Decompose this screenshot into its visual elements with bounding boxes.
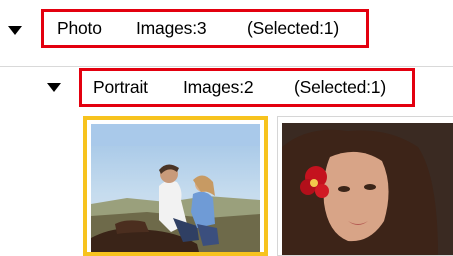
portrait-selected-count: (Selected:1) [294, 77, 386, 97]
portrait-group-name: Portrait [93, 77, 148, 97]
photo-selected-count: (Selected:1) [247, 18, 339, 38]
expand-portrait-icon[interactable] [47, 83, 61, 92]
horse-riding-photo [91, 124, 260, 252]
thumbnail-woman-flower[interactable] [277, 116, 453, 256]
portrait-group-header[interactable]: Portrait Images:2 (Selected:1) [79, 68, 415, 107]
photo-group-header[interactable]: Photo Images:3 (Selected:1) [41, 9, 369, 48]
photo-image-count: Images:3 [136, 18, 207, 38]
thumbnail-horse-riding[interactable] [83, 116, 268, 256]
photo-group-name: Photo [57, 18, 102, 38]
expand-photo-icon[interactable] [8, 26, 22, 35]
portrait-image-count: Images:2 [183, 77, 254, 97]
tree-divider [0, 66, 453, 67]
woman-with-flower-photo [282, 123, 453, 255]
